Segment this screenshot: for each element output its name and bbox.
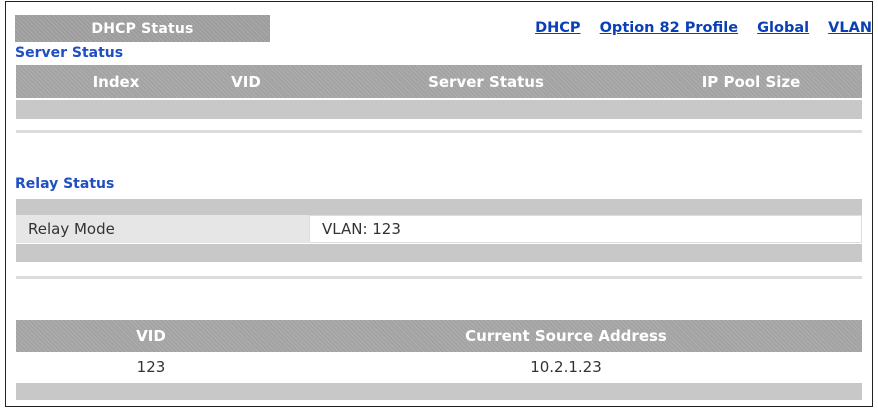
- relay-mode-label: Relay Mode: [28, 220, 115, 238]
- row-vid: 123: [136, 358, 166, 376]
- col-ip-pool-size: IP Pool Size: [701, 72, 801, 91]
- relay-bottom-bar: [16, 244, 862, 262]
- relay-mode-row: Relay Mode VLAN: 123: [16, 215, 862, 243]
- link-option82-profile[interactable]: Option 82 Profile: [600, 20, 738, 36]
- link-global[interactable]: Global: [757, 20, 809, 36]
- col-vid: VID: [231, 72, 261, 91]
- relay-top-bar: [16, 199, 862, 215]
- col-source-vid: VID: [136, 327, 166, 345]
- col-current-source-address: Current Source Address: [465, 327, 667, 345]
- row-address: 10.2.1.23: [530, 358, 602, 376]
- server-status-header: Index VID Server Status IP Pool Size: [16, 65, 862, 98]
- relay-mode-value: VLAN: 123: [309, 215, 862, 243]
- divider: [16, 276, 862, 279]
- col-index: Index: [92, 72, 140, 91]
- page-title-tab: DHCP Status: [15, 15, 270, 42]
- nav-links: DHCP Option 82 Profile Global VLAN: [521, 20, 872, 36]
- server-status-title: Server Status: [15, 45, 124, 61]
- link-dhcp[interactable]: DHCP: [535, 20, 580, 36]
- divider: [16, 130, 862, 133]
- link-vlan[interactable]: VLAN: [828, 20, 872, 36]
- col-server-status: Server Status: [428, 72, 544, 91]
- page-title: DHCP Status: [91, 20, 194, 37]
- relay-status-title: Relay Status: [15, 176, 115, 192]
- table-row: 123 10.2.1.23: [16, 352, 862, 382]
- source-table-bottom-bar: [16, 383, 862, 400]
- source-table-header: VID Current Source Address: [16, 320, 862, 352]
- server-status-empty-row: [16, 100, 862, 119]
